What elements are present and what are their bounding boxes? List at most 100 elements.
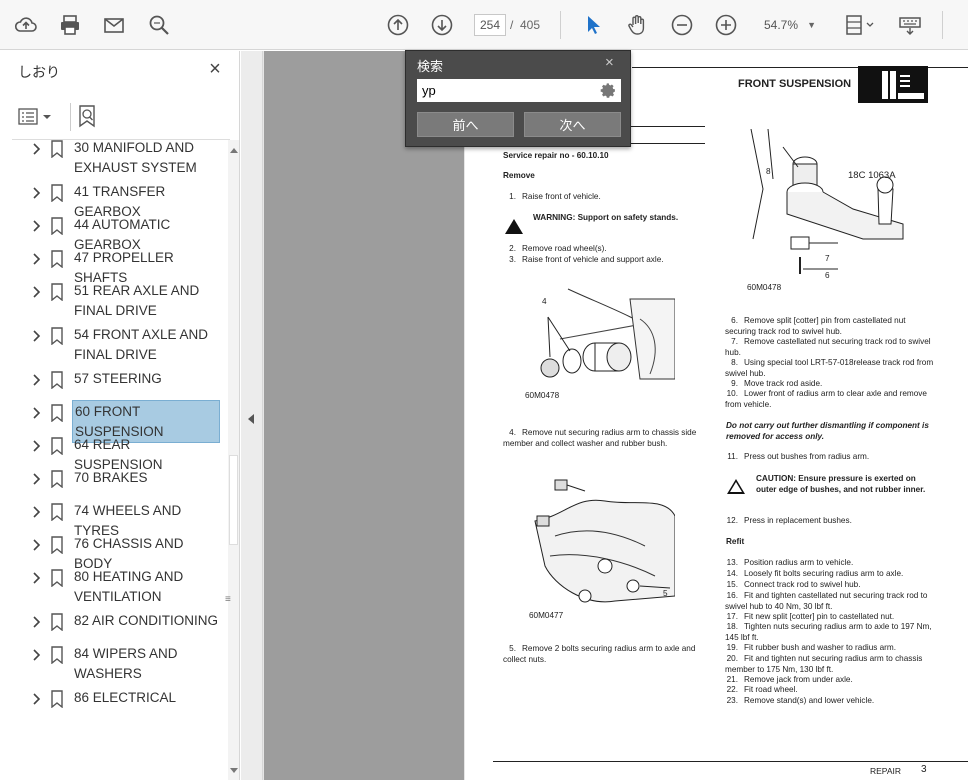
- chevron-right-icon[interactable]: [30, 406, 44, 420]
- footer-rule: [493, 761, 968, 762]
- chevron-right-icon[interactable]: [30, 692, 44, 706]
- chevron-right-icon[interactable]: [30, 373, 44, 387]
- step-4: 4. Remove nut securing radius arm to chas…: [503, 428, 697, 448]
- page-header-title: FRONT SUSPENSION: [738, 78, 852, 90]
- step-8: 8. Using special tool LRT-57-018release t…: [725, 358, 934, 378]
- step-6: 6. Remove split [cotter] pin from castell…: [725, 316, 906, 336]
- bookmark-label: 51 REAR AXLE AND FINAL DRIVE: [74, 283, 200, 318]
- zoom-level-select[interactable]: 54.7% ▼: [756, 14, 822, 36]
- next-result-button[interactable]: 次へ: [524, 112, 621, 137]
- step-18: 18. Tighten nuts securing radius arm to a…: [725, 622, 932, 642]
- previous-result-button[interactable]: 前へ: [417, 112, 514, 137]
- bookmark-icon: [50, 283, 64, 302]
- step-12: 12. Press in replacement bushes.: [726, 516, 852, 525]
- footer-page-number: 3: [921, 764, 927, 775]
- toolbar-divider: [942, 11, 943, 39]
- chevron-right-icon[interactable]: [30, 285, 44, 299]
- scrollbar-thumb[interactable]: [229, 455, 238, 545]
- search-popup: 検索 × 前へ 次へ: [405, 50, 631, 147]
- panel-toggle[interactable]: [241, 51, 263, 780]
- bookmark-icon: [50, 250, 64, 269]
- figure-label: 7: [825, 254, 830, 263]
- step-14: 14. Loosely fit bolts securing radius arm…: [726, 569, 904, 578]
- step-11: 11. Press out bushes from radius arm.: [727, 452, 870, 461]
- select-cursor-icon[interactable]: [578, 10, 608, 40]
- fit-page-icon[interactable]: [838, 10, 882, 40]
- refit-heading: Refit: [726, 537, 745, 546]
- scrollbar[interactable]: [228, 140, 239, 780]
- zoom-out-icon[interactable]: [667, 10, 697, 40]
- footer-label: REPAIR: [870, 766, 902, 776]
- section-logo: [858, 66, 928, 103]
- bookmark-icon: [50, 217, 64, 236]
- step-22: 22. Fit road wheel.: [726, 685, 798, 694]
- pdf-page: FRONT SUSPENSION Service repair no - 60.…: [465, 51, 968, 780]
- bookmark-icon: [50, 371, 64, 390]
- bookmark-options-button[interactable]: [18, 107, 58, 127]
- step-5: 5. Remove 2 bolts securing radius arm to …: [503, 644, 696, 664]
- mail-icon[interactable]: [99, 10, 129, 40]
- warning-icon: [505, 219, 523, 234]
- figure-label: 5: [663, 589, 668, 598]
- figure-radius-arm-bolts: [525, 476, 676, 611]
- page-number-input[interactable]: 254: [474, 14, 506, 36]
- chevron-down-icon: ▼: [807, 20, 816, 30]
- bookmark-icon: [50, 536, 64, 555]
- bookmark-icon: [50, 569, 64, 588]
- note-text: Do not carry out further dismantling if …: [726, 421, 929, 441]
- search-icon[interactable]: [144, 10, 174, 40]
- chevron-right-icon[interactable]: [30, 439, 44, 453]
- chevron-right-icon[interactable]: [30, 538, 44, 552]
- step-10: 10. Lower front of radius arm to clear ax…: [725, 389, 927, 409]
- scroll-up-arrow[interactable]: [230, 148, 238, 153]
- chevron-right-icon[interactable]: [30, 252, 44, 266]
- step-21: 21. Remove jack from under axle.: [726, 675, 853, 684]
- page-background: [264, 51, 464, 780]
- bookmark-icon: [50, 140, 64, 159]
- close-icon[interactable]: ×: [605, 54, 614, 71]
- search-input[interactable]: [417, 79, 621, 102]
- bookmark-label: 82 AIR CONDITIONING: [74, 613, 219, 628]
- scroll-down-arrow[interactable]: [230, 768, 238, 773]
- zoom-in-icon[interactable]: [711, 10, 741, 40]
- figure-label: 4: [542, 297, 547, 306]
- bookmark-icon: [50, 503, 64, 522]
- keyboard-icon[interactable]: [895, 10, 925, 40]
- bookmark-label: 70 BRAKES: [74, 470, 148, 485]
- chevron-right-icon[interactable]: [30, 571, 44, 585]
- collapse-arrow-icon[interactable]: [248, 414, 254, 424]
- bookmark-list: 30 MANIFOLD AND EXHAUST SYSTEM 41 TRANSFE…: [0, 140, 228, 780]
- page-separator: /: [510, 18, 514, 32]
- bookmark-label: 80 HEATING AND VENTILATION: [74, 569, 184, 604]
- step-15: 15. Connect track rod to swivel hub.: [726, 580, 861, 589]
- step-19: 19. Fit rubber bush and washer to radius …: [726, 643, 896, 652]
- figure-label: 8: [766, 167, 771, 176]
- chevron-right-icon[interactable]: [30, 505, 44, 519]
- step-3: 3. Raise front of vehicle and support axl…: [509, 255, 664, 264]
- add-bookmark-icon[interactable]: [74, 103, 100, 131]
- bookmark-label: 57 STEERING: [74, 371, 162, 386]
- step-13: 13. Position radius arm to vehicle.: [726, 558, 854, 567]
- chevron-right-icon[interactable]: [30, 615, 44, 629]
- close-icon[interactable]: ×: [205, 59, 225, 80]
- previous-page-icon[interactable]: [383, 10, 413, 40]
- gear-icon[interactable]: [600, 82, 617, 99]
- panel-resize-grip[interactable]: ≡: [225, 594, 231, 605]
- chevron-right-icon[interactable]: [30, 142, 44, 156]
- chevron-right-icon[interactable]: [30, 472, 44, 486]
- toolbar: 254 / 405 54.7% ▼: [0, 0, 968, 50]
- bookmark-icon: [50, 184, 64, 203]
- chevron-right-icon[interactable]: [30, 186, 44, 200]
- hand-tool-icon[interactable]: [622, 10, 652, 40]
- cloud-upload-icon[interactable]: [11, 10, 41, 40]
- figure-radius-arm-bush: [520, 279, 676, 389]
- print-icon[interactable]: [55, 10, 85, 40]
- next-page-icon[interactable]: [427, 10, 457, 40]
- chevron-right-icon[interactable]: [30, 219, 44, 233]
- figure-code: 60M0477: [529, 611, 564, 620]
- bookmarks-panel: しおり × 30 MANIFOLD AND EXHAUST SYSTEM 41 T…: [0, 51, 240, 780]
- chevron-right-icon[interactable]: [30, 329, 44, 343]
- chevron-right-icon[interactable]: [30, 648, 44, 662]
- bookmark-icon: [50, 327, 64, 346]
- toolbar-divider: [70, 103, 71, 131]
